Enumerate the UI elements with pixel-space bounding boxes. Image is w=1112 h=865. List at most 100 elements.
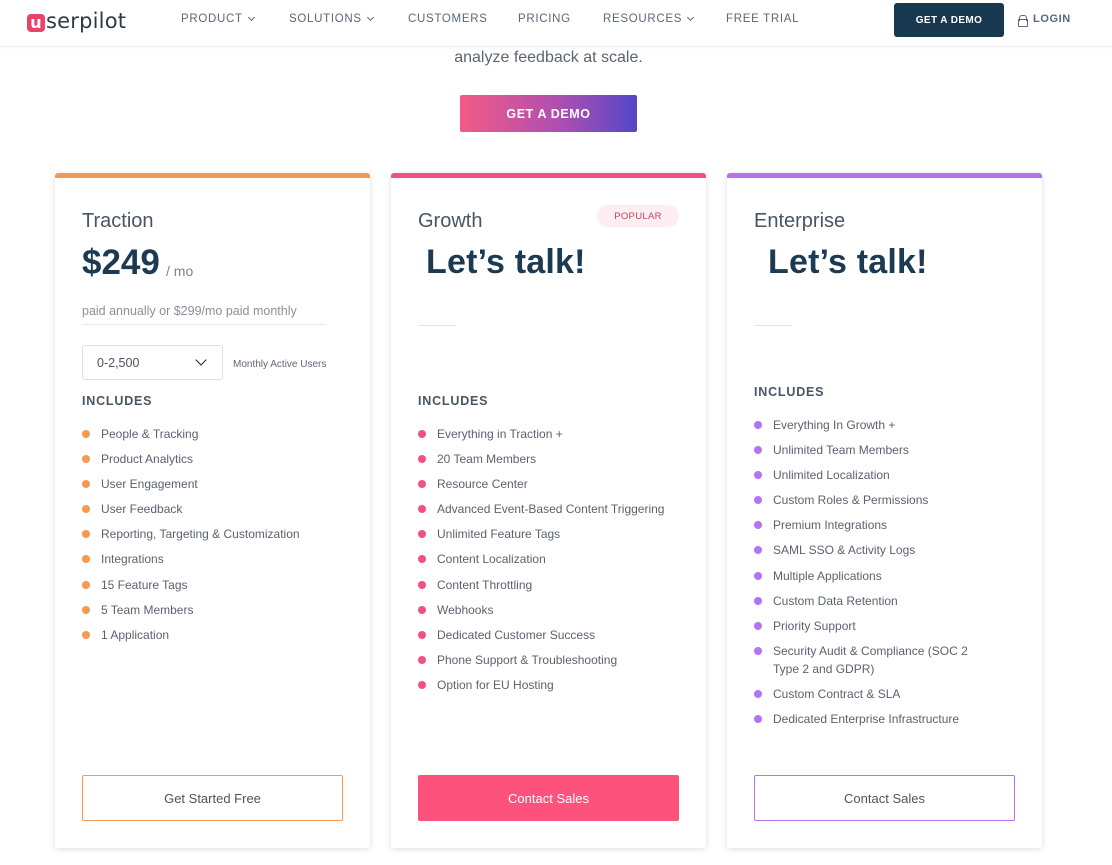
feature-text: Everything in Traction + xyxy=(437,427,563,441)
list-item: Webhooks xyxy=(418,601,673,619)
nav-label: CUSTOMERS xyxy=(408,13,488,25)
bullet-dot-icon xyxy=(754,496,762,505)
dropdown-chevron-icon xyxy=(195,354,207,366)
nav-item-solutions[interactable]: SOLUTIONS xyxy=(289,13,374,25)
bullet-dot-icon xyxy=(754,715,762,724)
feature-text: People & Tracking xyxy=(101,427,199,441)
feature-text: Integrations xyxy=(101,552,164,567)
plan-headline: Let’s talk! xyxy=(426,243,586,281)
feature-text: SAML SSO & Activity Logs xyxy=(773,543,916,558)
divider xyxy=(754,325,792,326)
bullet-dot-icon xyxy=(82,580,90,589)
feature-text: Security Audit & Compliance (SOC 2 Type … xyxy=(773,643,968,676)
bullet-dot-icon xyxy=(418,655,426,664)
nav-item-free-trial[interactable]: FREE TRIAL xyxy=(726,13,799,25)
popular-badge: POPULAR xyxy=(597,205,679,227)
feature-text: Unlimited Localization xyxy=(773,468,890,483)
card-accent-bar xyxy=(391,173,706,178)
list-item: 15 Feature Tags xyxy=(82,576,337,594)
contact-sales-button[interactable]: Contact Sales xyxy=(754,775,1015,821)
bullet-dot-icon xyxy=(418,580,426,589)
login-link[interactable]: LOGIN xyxy=(1018,13,1071,27)
nav-label: PRICING xyxy=(518,13,571,25)
list-item: Integrations xyxy=(82,550,337,568)
bullet-dot-icon xyxy=(754,446,762,455)
plan-headline: Let’s talk! xyxy=(768,243,928,281)
list-item: Reporting, Targeting & Customization xyxy=(82,525,337,543)
bullet-dot-icon xyxy=(754,521,762,530)
hero-get-demo-button[interactable]: GET A DEMO xyxy=(460,95,637,132)
feature-text: Premium Integrations xyxy=(773,518,888,533)
list-item: User Feedback xyxy=(82,500,337,518)
price-period: / mo xyxy=(166,263,194,279)
feature-list: People & Tracking Product Analytics User… xyxy=(82,425,337,651)
bullet-dot-icon xyxy=(82,480,90,489)
bullet-dot-icon xyxy=(82,505,90,514)
logo-mark: u xyxy=(27,13,45,32)
plan-name: Growth xyxy=(418,210,483,232)
nav-label: SOLUTIONS xyxy=(289,13,362,25)
list-item: Phone Support & Troubleshooting xyxy=(418,651,673,669)
list-item: User Engagement xyxy=(82,475,337,493)
nav-item-pricing[interactable]: PRICING xyxy=(518,13,571,25)
bullet-dot-icon xyxy=(418,430,426,438)
header-get-demo-button[interactable]: GET A DEMO xyxy=(894,3,1004,37)
list-item: Custom Data Retention xyxy=(754,592,1009,610)
list-item: Multiple Applications xyxy=(754,567,1009,585)
mau-label: Monthly Active Users xyxy=(233,359,327,370)
list-item: Content Throttling xyxy=(418,576,673,594)
list-item: People & Tracking xyxy=(82,425,337,443)
bullet-dot-icon xyxy=(754,646,762,655)
nav-item-resources[interactable]: RESOURCES xyxy=(603,13,695,25)
bullet-dot-icon xyxy=(82,605,90,614)
bullet-dot-icon xyxy=(82,555,90,564)
feature-text: Multiple Applications xyxy=(773,568,882,583)
bullet-dot-icon xyxy=(82,455,90,464)
bullet-dot-icon xyxy=(82,630,90,639)
feature-text: Dedicated Enterprise Infrastructure xyxy=(773,712,960,727)
list-item: Everything In Growth + xyxy=(754,416,1009,434)
feature-text: Resource Center xyxy=(437,477,528,492)
plan-card-growth: Growth POPULAR Let’s talk! INCLUDES Ever… xyxy=(391,173,706,848)
feature-text: Custom Data Retention xyxy=(773,593,898,608)
mau-select[interactable]: 0-2,500 xyxy=(82,345,223,380)
bullet-dot-icon xyxy=(418,455,426,464)
feature-text: 1 Application xyxy=(101,627,170,642)
logo-wordmark: serpilot xyxy=(46,9,127,33)
nav-item-customers[interactable]: CUSTOMERS xyxy=(408,13,488,25)
feature-text: Content Localization xyxy=(437,552,546,567)
contact-sales-button[interactable]: Contact Sales xyxy=(418,775,679,821)
feature-text: 5 Team Members xyxy=(101,602,194,617)
nav-label: RESOURCES xyxy=(603,13,683,25)
list-item: SAML SSO & Activity Logs xyxy=(754,541,1009,559)
bullet-dot-icon xyxy=(754,571,762,580)
feature-text: Reporting, Targeting & Customization xyxy=(101,527,300,542)
feature-list: Everything in Traction + 20 Team Members… xyxy=(418,425,673,701)
list-item: Dedicated Customer Success xyxy=(418,626,673,644)
get-started-free-button[interactable]: Get Started Free xyxy=(82,775,343,821)
bullet-dot-icon xyxy=(418,630,426,639)
card-accent-bar xyxy=(55,173,370,178)
nav-item-product[interactable]: PRODUCT xyxy=(181,13,255,25)
bullet-dot-icon xyxy=(754,546,762,555)
userpilot-logo[interactable]: u serpilot xyxy=(27,6,126,36)
bullet-dot-icon xyxy=(418,505,426,514)
plan-name: Enterprise xyxy=(754,210,846,232)
includes-heading: INCLUDES xyxy=(418,394,489,408)
list-item: Custom Contract & SLA xyxy=(754,685,1009,703)
chevron-down-icon xyxy=(366,13,374,22)
bullet-dot-icon xyxy=(418,555,426,564)
includes-heading: INCLUDES xyxy=(82,394,153,408)
bullet-dot-icon xyxy=(418,605,426,614)
list-item: Security Audit & Compliance (SOC 2 Type … xyxy=(754,642,994,678)
list-item: Unlimited Feature Tags xyxy=(418,525,673,543)
list-item: Advanced Event-Based Content Triggering xyxy=(418,500,673,518)
feature-text: User Feedback xyxy=(101,502,183,517)
bullet-dot-icon xyxy=(754,689,762,698)
site-header: u serpilot PRODUCT SOLUTIONS CUSTOMERS P… xyxy=(0,0,1112,47)
list-item: Unlimited Team Members xyxy=(754,441,1009,459)
bullet-dot-icon xyxy=(754,596,762,605)
chevron-down-icon xyxy=(687,13,695,22)
mau-select-value: 0-2,500 xyxy=(97,355,140,370)
feature-text: Phone Support & Troubleshooting xyxy=(437,652,618,667)
